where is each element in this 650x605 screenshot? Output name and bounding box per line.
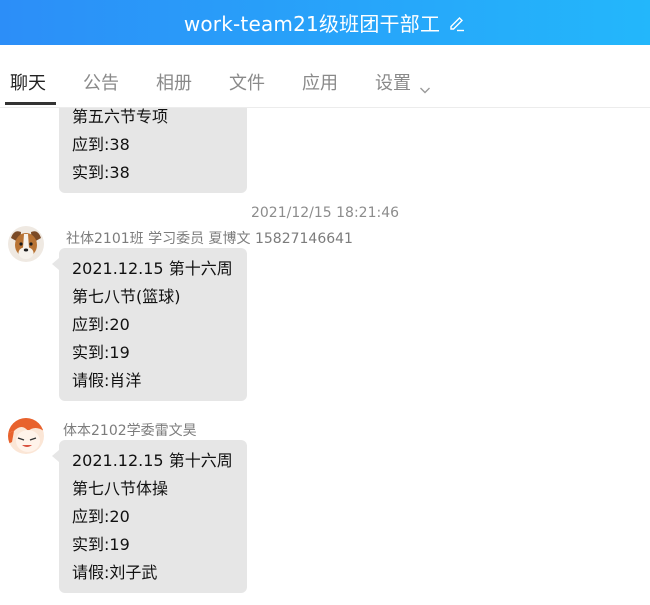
message-line: 应到:38 [72,135,130,154]
tab-chat[interactable]: 聊天 [10,69,46,95]
sender-name: 体本2102学委雷文昊 [63,423,197,439]
tab-album[interactable]: 相册 [156,69,192,95]
message-line: 第七八节体操 [72,479,169,498]
tab-announcement[interactable]: 公告 [83,69,119,95]
dog-avatar[interactable] [8,226,44,262]
tab-bar: 聊天 公告 相册 文件 应用 设置 [0,45,650,108]
chevron-down-icon [419,79,431,94]
edit-pencil-icon[interactable] [448,14,466,32]
window-title: work-team21级班团干部工 [183,12,441,36]
active-tab-indicator [5,102,56,105]
tab-apps[interactable]: 应用 [302,69,338,95]
message-bubble[interactable]: 2021.12.15 第十六周 第七八节(篮球) 应到:20 实到:19 请假:… [52,248,247,401]
tab-settings-label: 设置 [375,73,411,94]
message-line: 第五六节专项 [72,108,169,126]
message-timestamp: 2021/12/15 18:21:46 [250,205,400,221]
message-line: 实到:38 [72,163,130,182]
title-bar: work-team21级班团干部工 [0,0,650,45]
message-bubble[interactable]: 第五六节专项 应到:38 实到:38 [59,108,247,193]
message-line: 应到:20 [72,315,130,334]
message-line: 请假:肖洋 [72,371,142,390]
message-line: 2021.12.15 第十六周 [72,451,233,470]
message-line: 2021.12.15 第十六周 [72,259,233,278]
message-line: 应到:20 [72,507,130,526]
message-line: 请假:刘子武 [72,563,158,582]
message-line: 实到:19 [72,343,130,362]
tab-settings[interactable]: 设置 [375,69,431,95]
message-line: 第七八节(篮球) [72,287,181,306]
sender-name: 社体2101班 学习委员 夏博文 15827146641 [66,231,353,247]
anime-avatar[interactable] [8,418,44,454]
tab-files[interactable]: 文件 [229,69,265,95]
message-line: 实到:19 [72,535,130,554]
message-bubble[interactable]: 2021.12.15 第十六周 第七八节体操 应到:20 实到:19 请假:刘子… [52,440,247,593]
chat-area[interactable]: 第五六节专项 应到:38 实到:38 2021/12/15 18:21:46 社… [0,108,650,605]
